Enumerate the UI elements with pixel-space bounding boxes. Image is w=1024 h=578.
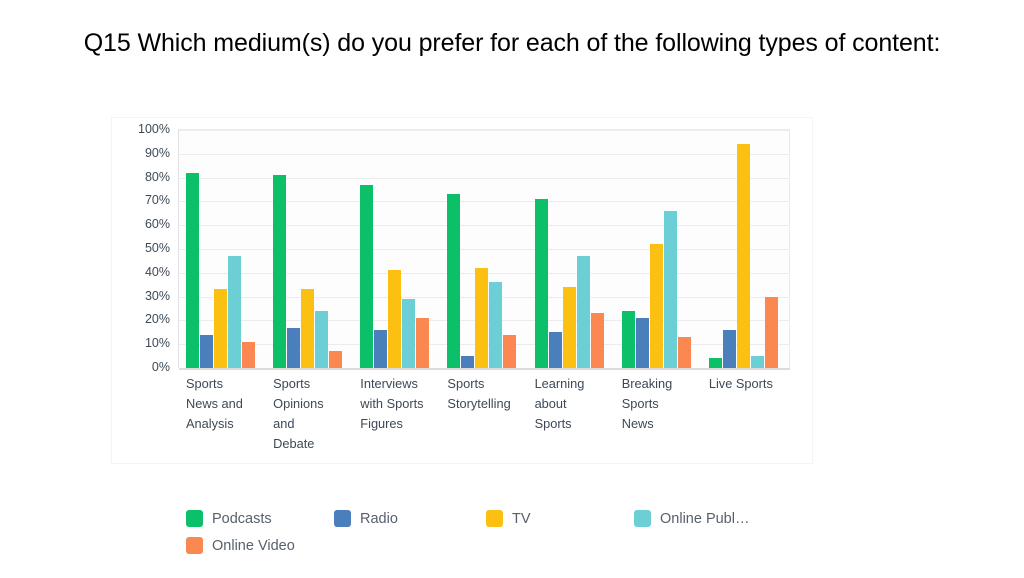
x-axis-tick-label: Breaking Sports News (621, 376, 673, 431)
page-title: Q15 Which medium(s) do you prefer for ea… (83, 29, 941, 57)
bar[interactable] (416, 318, 430, 368)
bar[interactable] (242, 341, 256, 368)
y-axis-tick-label: 70% (144, 193, 170, 208)
legend-item-radio[interactable]: Radio (334, 505, 398, 532)
legend-row: Podcasts Radio TV Online Publ… (186, 505, 806, 532)
bar-group (179, 130, 266, 368)
y-axis-tick-label: 50% (144, 241, 170, 255)
legend-item-label: Radio (360, 510, 398, 527)
bar[interactable] (273, 175, 287, 368)
bar[interactable] (186, 172, 200, 368)
x-axis-tick-label: Live Sports (708, 376, 773, 391)
legend-swatch-icon (186, 537, 203, 554)
legend-item-label: Podcasts (212, 510, 272, 527)
x-axis-tick-label: Learning about Sports (534, 376, 585, 431)
x-axis-tick-label: Sports Storytelling (447, 376, 511, 411)
bar[interactable] (301, 289, 315, 368)
bar[interactable] (722, 329, 736, 368)
bar[interactable] (635, 318, 649, 368)
bar-group (528, 130, 615, 368)
bar[interactable] (360, 184, 374, 368)
x-axis-tick-label: Sports Opinions and Debate (273, 376, 324, 451)
legend-item-label: TV (512, 510, 531, 527)
legend-swatch-icon (486, 510, 503, 527)
bar-group (266, 130, 353, 368)
legend-item-podcasts[interactable]: Podcasts (186, 505, 272, 532)
bar[interactable] (677, 337, 691, 368)
chart-legend: Podcasts Radio TV Online Publ… Online Video (186, 505, 806, 559)
bar[interactable] (764, 296, 778, 368)
bar[interactable] (590, 313, 604, 368)
y-axis-tick-label: 40% (144, 264, 170, 279)
bar[interactable] (374, 329, 388, 368)
legend-row: Online Video (186, 532, 806, 559)
bar[interactable] (534, 199, 548, 368)
x-axis-tick-label: Interviews with Sports Figures (360, 376, 424, 431)
y-axis-tick-label: 100% (138, 122, 170, 136)
bar[interactable] (750, 356, 764, 368)
y-axis-tick-label: 60% (144, 217, 170, 232)
y-axis-tick-label: 90% (144, 145, 170, 160)
bar[interactable] (649, 244, 663, 368)
bar[interactable] (315, 310, 329, 368)
bar[interactable] (708, 358, 722, 368)
y-axis-tick-label: 0% (151, 360, 170, 374)
y-axis-tick-label: 10% (144, 336, 170, 351)
bar[interactable] (388, 270, 402, 368)
bar[interactable] (503, 334, 517, 368)
bar[interactable] (489, 282, 503, 368)
legend-item-online-publ[interactable]: Online Publ… (634, 505, 749, 532)
bar-group (615, 130, 702, 368)
bar[interactable] (548, 332, 562, 368)
bar-group (702, 130, 789, 368)
legend-item-label: Online Video (212, 537, 295, 554)
bar-group (353, 130, 440, 368)
bar[interactable] (663, 210, 677, 368)
y-axis-tick-label: 80% (144, 169, 170, 184)
bar[interactable] (329, 351, 343, 368)
bar-group (440, 130, 527, 368)
x-axis-line (179, 368, 790, 370)
slide-canvas: Q15 Which medium(s) do you prefer for ea… (0, 0, 1024, 578)
x-axis-tick-label: Sports News and Analysis (186, 376, 243, 431)
bar[interactable] (475, 268, 489, 368)
bar[interactable] (214, 289, 228, 368)
bar[interactable] (402, 298, 416, 368)
bar[interactable] (576, 256, 590, 368)
legend-item-tv[interactable]: TV (486, 505, 531, 532)
bar[interactable] (228, 256, 242, 368)
bar[interactable] (447, 194, 461, 368)
legend-swatch-icon (634, 510, 651, 527)
bar[interactable] (200, 334, 214, 368)
legend-swatch-icon (334, 510, 351, 527)
y-axis-tick-label: 20% (144, 312, 170, 327)
bar[interactable] (621, 310, 635, 368)
plot-area (178, 129, 790, 370)
legend-swatch-icon (186, 510, 203, 527)
y-axis-tick-label: 30% (144, 288, 170, 303)
bar[interactable] (287, 327, 301, 368)
legend-item-label: Online Publ… (660, 510, 750, 527)
legend-item-online-video[interactable]: Online Video (186, 532, 295, 559)
bar[interactable] (562, 287, 576, 368)
bar[interactable] (461, 356, 475, 368)
bar[interactable] (736, 144, 750, 368)
chart-container: Sports News and Analysis Sports Opinions … (112, 118, 812, 463)
